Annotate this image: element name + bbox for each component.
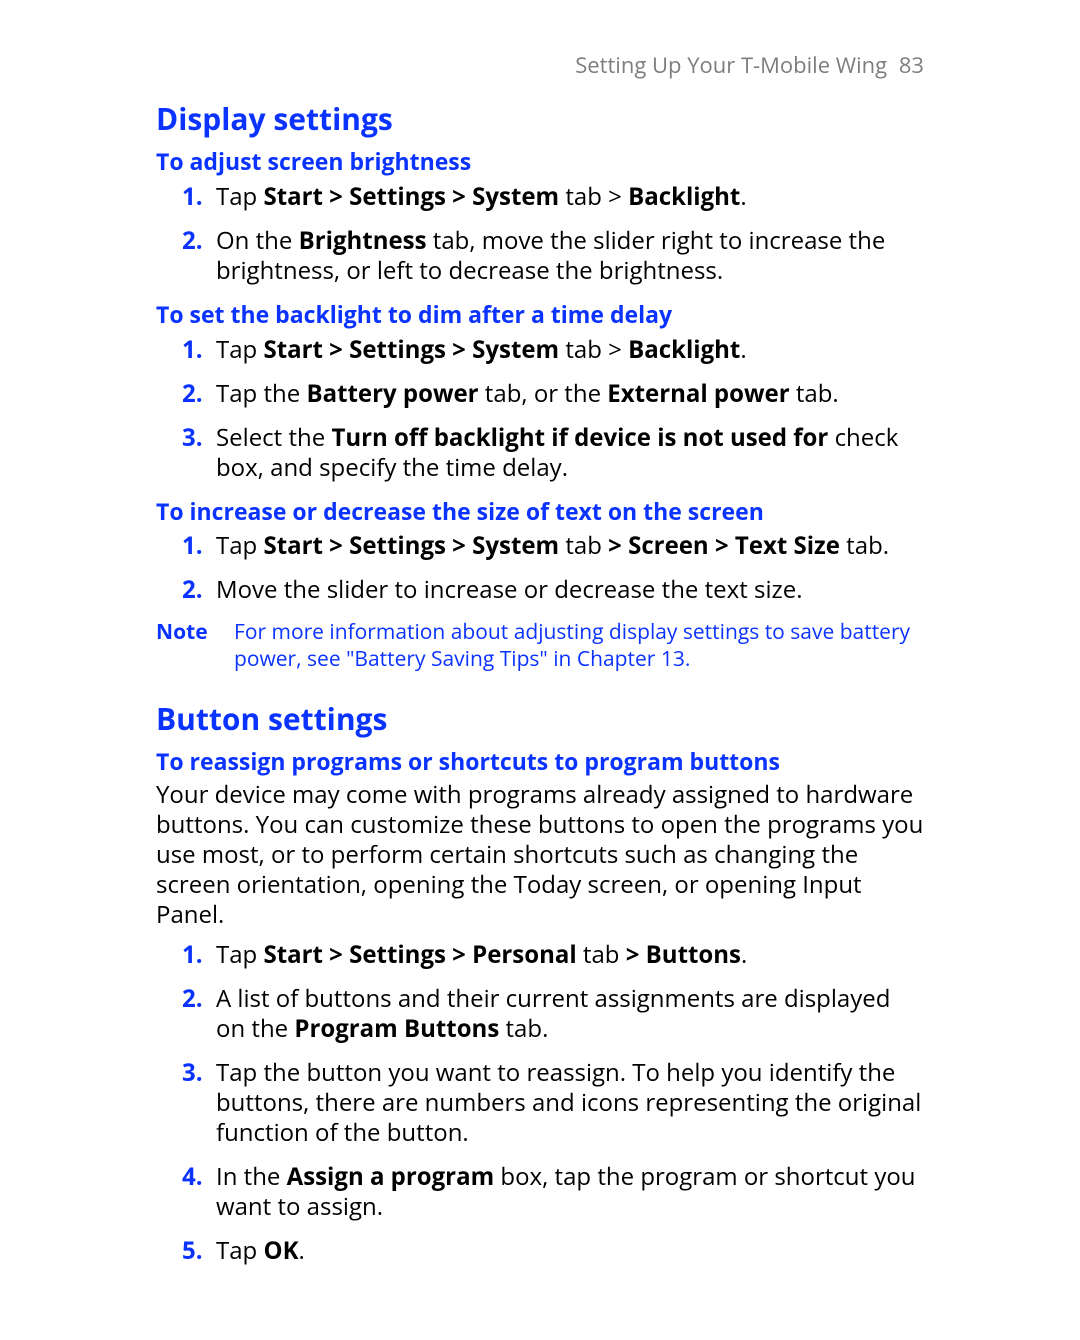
step: 4. In the Assign a program box, tap the … — [216, 1162, 924, 1222]
page-number: 83 — [899, 50, 924, 80]
step: 1. Tap Start > Settings > System tab > S… — [216, 531, 924, 561]
step: 5. Tap OK. — [216, 1236, 924, 1266]
step-text: tab. — [840, 529, 889, 562]
step-bold: > Screen > Text Size — [608, 529, 840, 562]
step-text: Tap the button you want to reassign. To … — [216, 1056, 921, 1149]
step-bold: Start > Settings > Personal — [263, 938, 576, 971]
subhead-brightness: To adjust screen brightness — [156, 147, 924, 176]
step-text: . — [299, 1234, 305, 1267]
step: 2. Move the slider to increase or decrea… — [216, 575, 924, 605]
note-body: For more information about adjusting dis… — [234, 619, 924, 672]
steps-text-size: 1. Tap Start > Settings > System tab > S… — [156, 531, 924, 605]
step-bold: Backlight — [628, 180, 740, 213]
step: 2. Tap the Battery power tab, or the Ext… — [216, 379, 924, 409]
step: 2. On the Brightness tab, move the slide… — [216, 226, 924, 286]
step-text: tab — [559, 529, 608, 562]
step-text: In the — [216, 1160, 287, 1193]
subhead-reassign: To reassign programs or shortcuts to pro… — [156, 747, 924, 776]
step: 1. Tap Start > Settings > Personal tab >… — [216, 940, 924, 970]
step-bold: Start > Settings > System — [263, 529, 559, 562]
section-heading-buttons: Button settings — [156, 700, 924, 738]
step-number: 1. — [182, 940, 203, 970]
step-text: Tap — [216, 1234, 263, 1267]
step-text: . — [740, 333, 746, 366]
steps-backlight-dim: 1. Tap Start > Settings > System tab > B… — [156, 335, 924, 483]
step-number: 3. — [182, 1058, 203, 1088]
step-text: tab. — [499, 1012, 548, 1045]
step-bold: Assign a program — [287, 1160, 495, 1193]
step-bold: External power — [607, 377, 789, 410]
step-text: On the — [216, 224, 299, 257]
step: 1. Tap Start > Settings > System tab > B… — [216, 335, 924, 365]
step-text: Select the — [216, 421, 331, 454]
step-bold: > Buttons — [626, 938, 741, 971]
step-number: 4. — [182, 1162, 203, 1192]
step-number: 1. — [182, 182, 203, 212]
step-number: 3. — [182, 423, 203, 453]
step-number: 2. — [182, 575, 203, 605]
step: 1. Tap Start > Settings > System tab > B… — [216, 182, 924, 212]
step-text: Tap — [216, 180, 263, 213]
running-header: Setting Up Your T-Mobile Wing 83 — [156, 52, 924, 80]
step-number: 1. — [182, 335, 203, 365]
step-number: 2. — [182, 984, 203, 1014]
step-text: tab > — [559, 333, 628, 366]
step-bold: OK — [263, 1234, 298, 1267]
step-text: Tap — [216, 938, 263, 971]
step-text: Move the slider to increase or decrease … — [216, 573, 803, 606]
step-number: 2. — [182, 226, 203, 256]
step-bold: Brightness — [299, 224, 427, 257]
step-text: tab. — [790, 377, 839, 410]
step: 3. Tap the button you want to reassign. … — [216, 1058, 924, 1148]
step: 3. Select the Turn off backlight if devi… — [216, 423, 924, 483]
step-text: Tap — [216, 529, 263, 562]
subhead-text-size: To increase or decrease the size of text… — [156, 497, 924, 526]
step-text: tab, or the — [479, 377, 608, 410]
step-text: Tap the — [216, 377, 306, 410]
step-text: Tap — [216, 333, 263, 366]
step-text: . — [741, 938, 747, 971]
step-number: 1. — [182, 531, 203, 561]
note-label: Note — [156, 619, 234, 672]
step-bold: Backlight — [628, 333, 740, 366]
step-bold: Start > Settings > System — [263, 180, 559, 213]
note-block: Note For more information about adjustin… — [156, 619, 924, 672]
step-number: 2. — [182, 379, 203, 409]
chapter-title: Setting Up Your T-Mobile Wing — [575, 50, 887, 80]
step-text: . — [740, 180, 746, 213]
step-bold: Turn off backlight if device is not used… — [331, 421, 828, 454]
intro-paragraph: Your device may come with programs alrea… — [156, 780, 924, 930]
step-bold: Battery power — [306, 377, 478, 410]
step: 2. A list of buttons and their current a… — [216, 984, 924, 1044]
step-number: 5. — [182, 1236, 203, 1266]
steps-brightness: 1. Tap Start > Settings > System tab > B… — [156, 182, 924, 286]
step-text: tab — [577, 938, 626, 971]
steps-reassign: 1. Tap Start > Settings > Personal tab >… — [156, 940, 924, 1266]
manual-page: Setting Up Your T-Mobile Wing 83 Display… — [0, 0, 1080, 1340]
subhead-backlight-dim: To set the backlight to dim after a time… — [156, 300, 924, 329]
section-heading-display: Display settings — [156, 100, 924, 138]
step-bold: Program Buttons — [294, 1012, 499, 1045]
step-bold: Start > Settings > System — [263, 333, 559, 366]
step-text: tab > — [559, 180, 628, 213]
